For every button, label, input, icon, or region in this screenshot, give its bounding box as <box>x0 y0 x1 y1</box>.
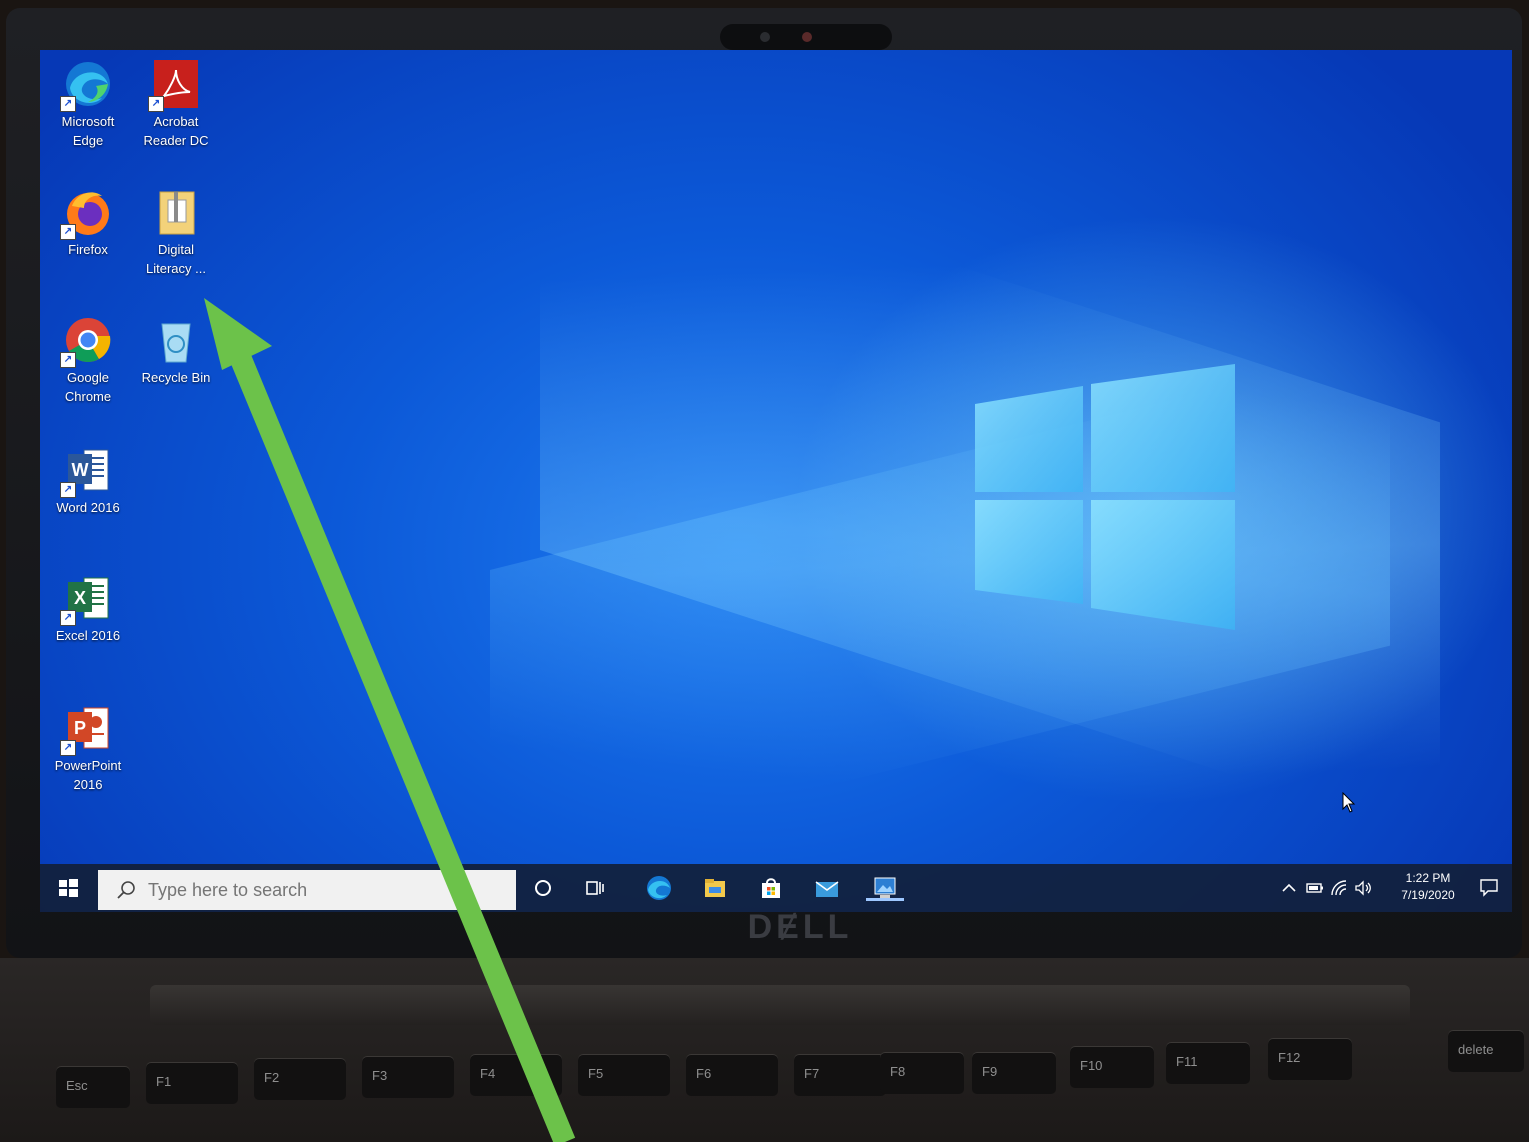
key-f1: F1 <box>146 1062 238 1104</box>
svg-text:P: P <box>74 718 86 738</box>
key-f7: F7 <box>794 1054 886 1096</box>
taskbar: 1:22 PM 7/19/2020 <box>40 864 1512 912</box>
desktop-icon-digital-literacy[interactable]: Digital Literacy ... <box>134 186 218 278</box>
desktop-icon-chrome[interactable]: ↗ Google Chrome <box>46 314 130 406</box>
clock-time: 1:22 PM <box>1405 871 1451 885</box>
desktop-icon-label: Acrobat Reader DC <box>143 114 209 148</box>
desktop-screen: ↗ Microsoft Edge ↗ Acrobat Reader DC ↗ F… <box>40 50 1512 912</box>
desktop-icon-acrobat[interactable]: ↗ Acrobat Reader DC <box>134 58 218 150</box>
chevron-up-icon[interactable] <box>1280 879 1298 897</box>
desktop-icon-label: Firefox <box>68 242 108 257</box>
photos-app-button[interactable] <box>866 873 904 903</box>
desktop-icon-label: Excel 2016 <box>55 628 121 643</box>
key-delete: delete <box>1448 1030 1524 1072</box>
store-icon[interactable] <box>756 873 786 903</box>
zip-folder-icon <box>159 191 195 235</box>
windows-logo <box>975 364 1235 630</box>
shortcut-arrow-icon: ↗ <box>60 352 76 368</box>
svg-text:W: W <box>72 460 89 480</box>
key-f4: F4 <box>470 1054 562 1096</box>
start-button[interactable] <box>50 872 86 904</box>
active-indicator <box>866 898 904 901</box>
desktop-icon-label: Digital Literacy ... <box>146 242 206 276</box>
desktop-icon-powerpoint[interactable]: P ↗ PowerPoint 2016 <box>46 702 130 794</box>
notification-icon[interactable] <box>1478 876 1500 898</box>
webcam-bar <box>720 24 892 50</box>
shortcut-arrow-icon: ↗ <box>60 610 76 626</box>
key-f6: F6 <box>686 1054 778 1096</box>
desktop-icon-label: PowerPoint 2016 <box>54 758 122 792</box>
desktop-icon-firefox[interactable]: ↗ Firefox <box>46 186 130 259</box>
key-f2: F2 <box>254 1058 346 1100</box>
desktop-icon-recycle-bin[interactable]: Recycle Bin <box>134 314 218 387</box>
shortcut-arrow-icon: ↗ <box>60 740 76 756</box>
key-esc: Esc <box>56 1066 130 1108</box>
shortcut-arrow-icon: ↗ <box>60 224 76 240</box>
desktop-icon-excel[interactable]: X ↗ Excel 2016 <box>46 572 130 645</box>
mouse-cursor-icon <box>1342 792 1356 813</box>
edge-icon[interactable] <box>644 873 674 903</box>
key-f10: F10 <box>1070 1046 1154 1088</box>
shortcut-arrow-icon: ↗ <box>60 96 76 112</box>
desktop-icon-word[interactable]: W ↗ Word 2016 <box>46 444 130 517</box>
key-f12: F12 <box>1268 1038 1352 1080</box>
recycle-bin-icon <box>161 323 191 363</box>
desktop-icon-label: Microsoft Edge <box>61 114 115 148</box>
taskbar-search-box[interactable] <box>98 870 516 910</box>
shortcut-arrow-icon: ↗ <box>60 482 76 498</box>
volume-icon[interactable] <box>1354 879 1372 897</box>
battery-icon[interactable] <box>1306 879 1324 897</box>
cortana-icon[interactable] <box>528 873 558 903</box>
desktop-icon-label: Google Chrome <box>64 370 112 404</box>
taskbar-clock[interactable]: 1:22 PM 7/19/2020 <box>1392 870 1464 904</box>
task-view-icon[interactable] <box>580 873 610 903</box>
clock-date: 7/19/2020 <box>1401 888 1455 902</box>
desktop-icon-label: Recycle Bin <box>141 370 211 385</box>
laptop-hinge <box>150 985 1410 1025</box>
key-f3: F3 <box>362 1056 454 1098</box>
mail-icon[interactable] <box>812 873 842 903</box>
key-f8: F8 <box>880 1052 964 1094</box>
wifi-icon[interactable] <box>1330 879 1348 897</box>
search-input[interactable] <box>146 878 450 902</box>
desktop-icon-label: Word 2016 <box>56 500 120 515</box>
search-icon <box>117 881 135 899</box>
key-f5: F5 <box>578 1054 670 1096</box>
key-f9: F9 <box>972 1052 1056 1094</box>
key-f11: F11 <box>1166 1042 1250 1084</box>
laptop-logo: DɆLL <box>747 908 853 946</box>
file-explorer-icon[interactable] <box>700 873 730 903</box>
svg-text:X: X <box>74 588 86 608</box>
desktop-icon-edge[interactable]: ↗ Microsoft Edge <box>46 58 130 150</box>
shortcut-arrow-icon: ↗ <box>148 96 164 112</box>
system-tray: 1:22 PM 7/19/2020 <box>1272 864 1512 912</box>
